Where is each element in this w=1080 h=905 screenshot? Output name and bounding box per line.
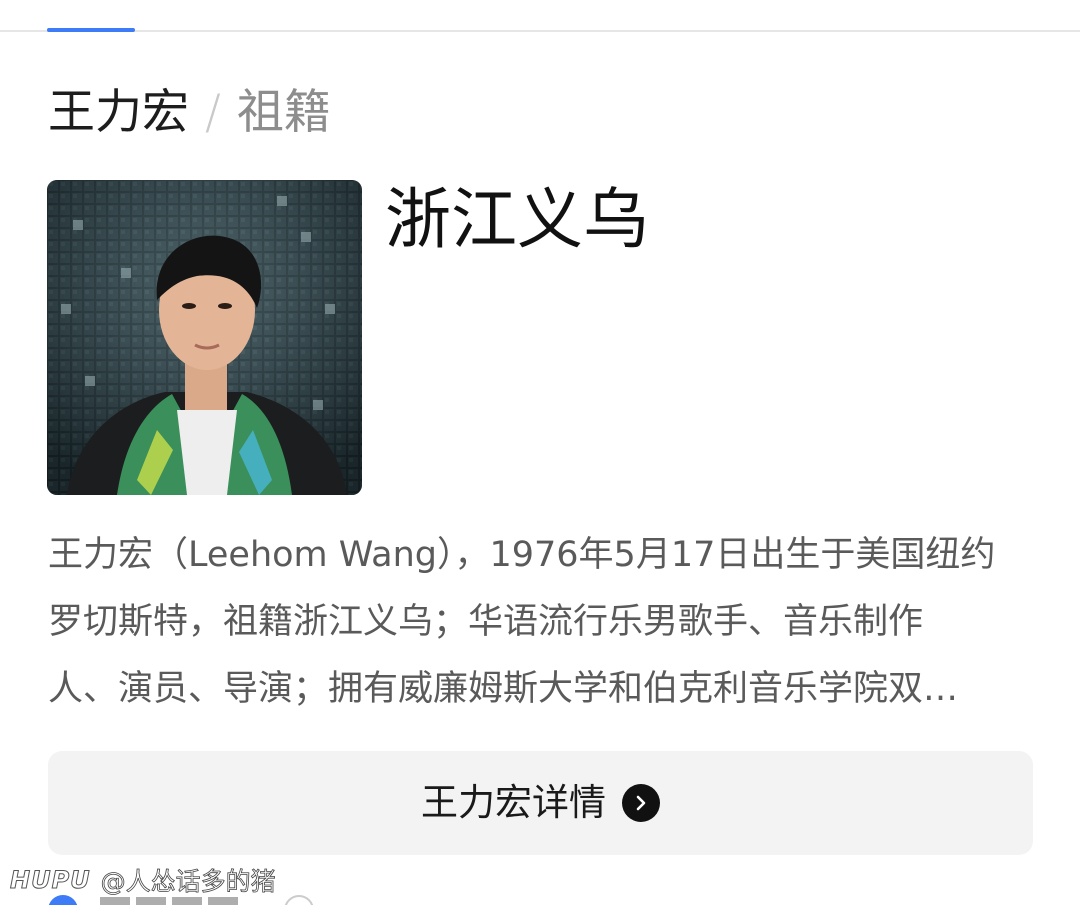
summary-line: 人、演员、导演；拥有威廉姆斯大学和伯克利音乐学院双… [48,669,959,709]
watermark-user: @人怂话多的猪 [100,867,276,897]
details-button-label: 王力宏详情 [421,781,606,824]
more-icon [284,895,314,905]
details-button[interactable]: 王力宏详情 [48,751,1033,855]
portrait-image [47,180,362,495]
summary-text: 王力宏（Leehom Wang），1976年5月17日出生于美国纽约 罗切斯特，… [48,522,1038,723]
summary-line: 王力宏（Leehom Wang），1976年5月17日出生于美国纽约 [48,535,996,575]
breadcrumb-entity[interactable]: 王力宏 [48,80,189,146]
watermark-brand: HUPU [10,866,91,895]
breadcrumb-attribute: 祖籍 [236,85,331,140]
breadcrumb-separator: / [205,85,221,140]
chevron-right-icon [622,784,660,822]
source-name [100,897,240,905]
active-tab-indicator [47,28,135,32]
answer-text: 浙江义乌 [385,181,649,258]
watermark: HUPU @人怂话多的猪 [10,862,277,898]
tab-bar-divider [0,30,1080,32]
breadcrumb: 王力宏 / 祖籍 [48,80,331,146]
summary-line: 罗切斯特，祖籍浙江义乌；华语流行乐男歌手、音乐制作 [48,602,924,642]
person-photo[interactable] [47,180,362,495]
